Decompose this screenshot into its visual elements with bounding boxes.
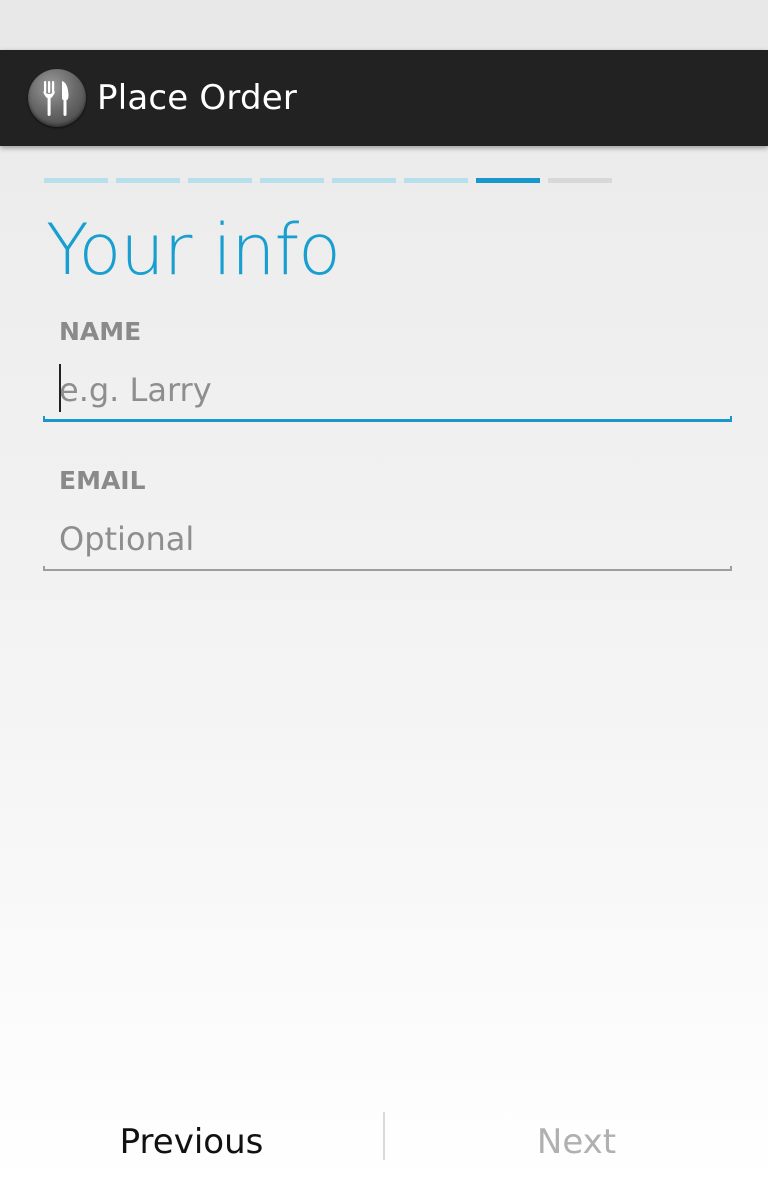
- progress-step: [44, 178, 108, 183]
- progress-step: [260, 178, 324, 183]
- action-bar: Place Order: [0, 50, 768, 146]
- email-input-underline: [43, 566, 732, 571]
- email-field-container[interactable]: [43, 511, 732, 571]
- progress-step: [548, 178, 612, 183]
- wizard-nav-bar: Previous Next: [0, 1100, 768, 1184]
- progress-step: [188, 178, 252, 183]
- progress-step: [404, 178, 468, 183]
- status-bar: [0, 0, 768, 50]
- email-input[interactable]: [59, 511, 719, 567]
- fork-knife-icon[interactable]: [28, 69, 86, 127]
- progress-step: [332, 178, 396, 183]
- previous-button[interactable]: Previous: [0, 1100, 383, 1184]
- progress-step-current: [476, 178, 540, 183]
- text-cursor: [59, 364, 61, 412]
- name-input-underline: [43, 416, 732, 422]
- app-title: Place Order: [97, 78, 298, 118]
- page-title: Your info: [46, 209, 341, 291]
- email-label: EMAIL: [59, 466, 146, 495]
- progress-step: [116, 178, 180, 183]
- name-field-container[interactable]: [43, 362, 732, 422]
- next-button[interactable]: Next: [385, 1100, 768, 1184]
- name-input[interactable]: [59, 362, 719, 418]
- step-progress-indicator: [44, 178, 612, 184]
- name-label: NAME: [59, 317, 142, 346]
